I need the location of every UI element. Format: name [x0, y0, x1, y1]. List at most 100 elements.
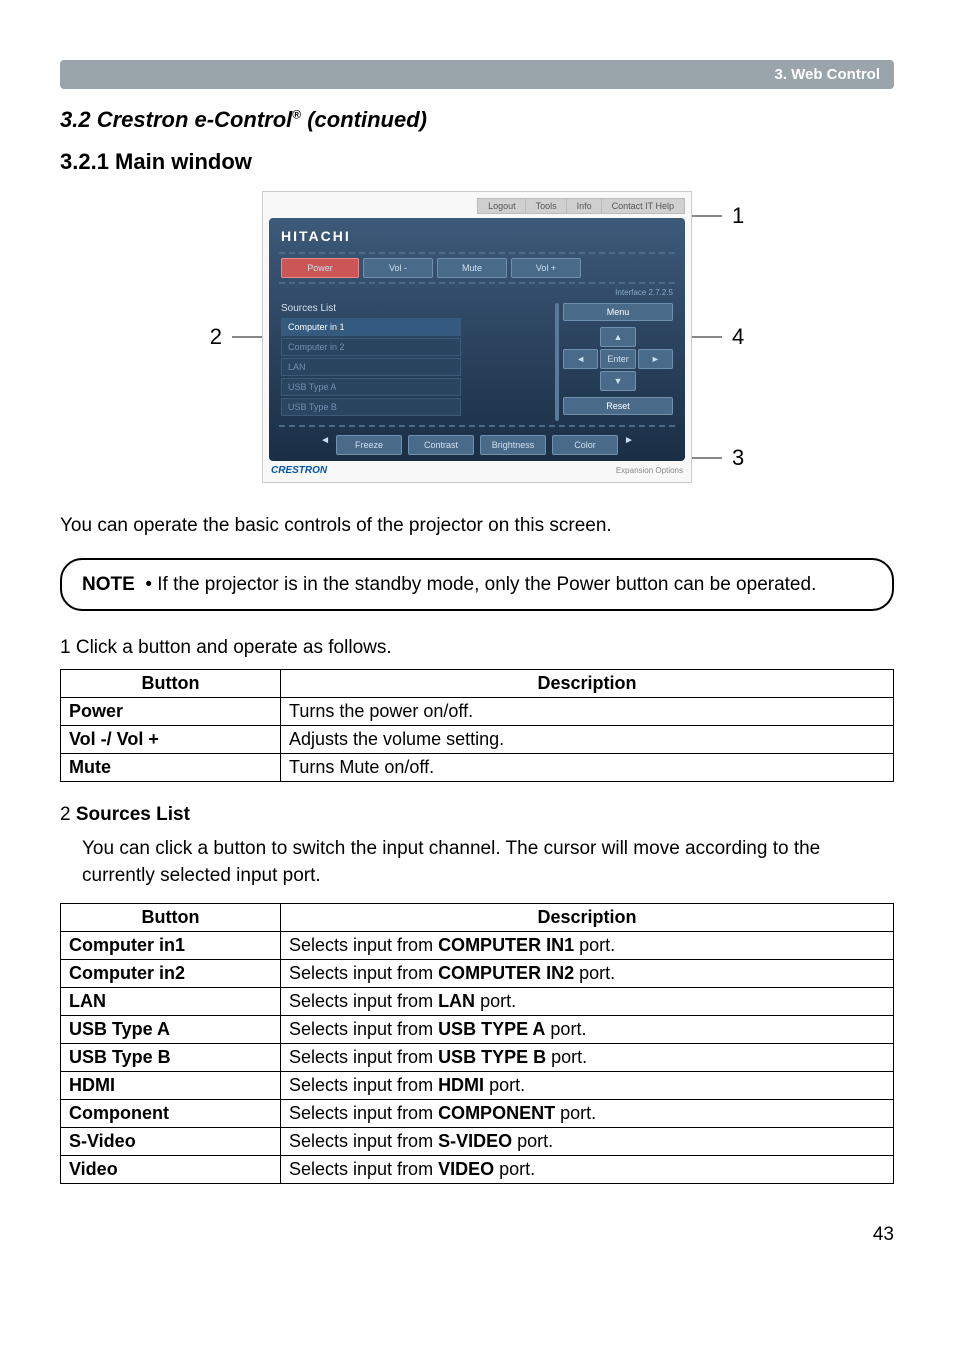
table-row: VideoSelects input from VIDEO port. — [61, 1156, 894, 1184]
figure-main-window: 2 LogoutToolsInfoContact IT Help HITACHI… — [60, 191, 894, 483]
t2-btn: Computer in1 — [61, 932, 281, 960]
intro-text: You can operate the basic controls of th… — [60, 513, 894, 540]
t2-btn: S-Video — [61, 1128, 281, 1156]
t1-r0-btn: Power — [61, 698, 281, 726]
t2-desc: Selects input from LAN port. — [281, 988, 894, 1016]
button-table-1: Button Description Power Turns the power… — [60, 669, 894, 782]
callout-line — [232, 336, 262, 338]
table-row: Mute Turns Mute on/off. — [61, 754, 894, 782]
t2-header-button: Button — [61, 904, 281, 932]
section-title-suffix: (continued) — [301, 107, 427, 132]
reset-button[interactable]: Reset — [563, 397, 673, 415]
t2-desc: Selects input from COMPUTER IN2 port. — [281, 960, 894, 988]
source-usb-a[interactable]: USB Type A — [281, 378, 461, 396]
scroll-left-icon[interactable]: ◄ — [320, 435, 330, 455]
sources-list-title: Sources List — [281, 303, 461, 314]
dpad-left-button[interactable]: ◄ — [563, 349, 598, 369]
t1-r0-desc: Turns the power on/off. — [281, 698, 894, 726]
hitachi-logo: HITACHI — [281, 228, 673, 244]
button-table-2: Button Description Computer in1Selects i… — [60, 903, 894, 1184]
t1-r1-btn: Vol -/ Vol + — [61, 726, 281, 754]
t2-desc: Selects input from VIDEO port. — [281, 1156, 894, 1184]
contrast-button[interactable]: Contrast — [408, 435, 474, 455]
t2-desc: Selects input from COMPUTER IN1 port. — [281, 932, 894, 960]
scroll-right-icon[interactable]: ► — [624, 435, 634, 455]
bottom-button-row: ◄ Freeze Contrast Brightness Color ► — [281, 435, 673, 455]
vol-down-button[interactable]: Vol - — [363, 258, 433, 278]
crestron-screenshot: LogoutToolsInfoContact IT Help HITACHI P… — [262, 191, 692, 483]
t2-btn: Component — [61, 1100, 281, 1128]
callout-2: 2 — [200, 324, 232, 350]
note-text: • If the projector is in the standby mod… — [145, 574, 816, 595]
dpad-right-button[interactable]: ► — [638, 349, 673, 369]
note-label: NOTE — [82, 574, 135, 595]
scrollbar[interactable] — [555, 303, 559, 421]
tab-tools[interactable]: Tools — [525, 198, 568, 214]
step-1-text: 1 Click a button and operate as follows. — [60, 637, 894, 659]
step-2-text: You can click a button to switch the inp… — [82, 836, 894, 889]
table-row: USB Type BSelects input from USB TYPE B … — [61, 1044, 894, 1072]
callout-3: 3 — [722, 445, 754, 471]
tab-contact[interactable]: Contact IT Help — [601, 198, 685, 214]
t2-btn: USB Type A — [61, 1016, 281, 1044]
dpad-up-button[interactable]: ▲ — [600, 327, 635, 347]
t1-r2-desc: Turns Mute on/off. — [281, 754, 894, 782]
t2-btn: Computer in2 — [61, 960, 281, 988]
screenshot-footer: CRESTRON Expansion Options — [269, 461, 685, 476]
table-row: Computer in1Selects input from COMPUTER … — [61, 932, 894, 960]
t2-desc: Selects input from USB TYPE A port. — [281, 1016, 894, 1044]
step-2-num: 2 — [60, 804, 76, 825]
source-usb-b[interactable]: USB Type B — [281, 398, 461, 416]
dpad: ▲ ◄ Enter ► ▼ — [563, 327, 673, 391]
table-row: ComponentSelects input from COMPONENT po… — [61, 1100, 894, 1128]
t2-header-desc: Description — [281, 904, 894, 932]
registered-mark: ® — [292, 108, 301, 122]
source-lan[interactable]: LAN — [281, 358, 461, 376]
tab-info[interactable]: Info — [566, 198, 603, 214]
freeze-button[interactable]: Freeze — [336, 435, 402, 455]
section-title: 3.2 Crestron e-Control® (continued) — [60, 107, 894, 133]
section-title-text: 3.2 Crestron e-Control — [60, 107, 292, 132]
dpad-down-button[interactable]: ▼ — [600, 371, 635, 391]
chapter-header: 3. Web Control — [60, 60, 894, 89]
nav-panel: Menu ▲ ◄ Enter ► ▼ Reset — [563, 303, 673, 421]
table-row: HDMISelects input from HDMI port. — [61, 1072, 894, 1100]
t2-btn: LAN — [61, 988, 281, 1016]
t2-desc: Selects input from USB TYPE B port. — [281, 1044, 894, 1072]
brightness-button[interactable]: Brightness — [480, 435, 546, 455]
enter-button[interactable]: Enter — [600, 349, 635, 369]
screenshot-tabs: LogoutToolsInfoContact IT Help — [269, 198, 685, 214]
t2-btn: Video — [61, 1156, 281, 1184]
crestron-logo: CRESTRON — [271, 465, 327, 476]
step-2-heading: 2 Sources List — [60, 804, 894, 826]
t1-header-button: Button — [61, 670, 281, 698]
table-row: LANSelects input from LAN port. — [61, 988, 894, 1016]
page-number: 43 — [60, 1224, 894, 1246]
t1-r2-btn: Mute — [61, 754, 281, 782]
t2-desc: Selects input from HDMI port. — [281, 1072, 894, 1100]
table-row: Computer in2Selects input from COMPUTER … — [61, 960, 894, 988]
power-button[interactable]: Power — [281, 258, 359, 278]
table-row: Power Turns the power on/off. — [61, 698, 894, 726]
t2-desc: Selects input from COMPONENT port. — [281, 1100, 894, 1128]
sources-list-panel: Sources List Computer in 1 Computer in 2… — [281, 303, 461, 421]
table-row: S-VideoSelects input from S-VIDEO port. — [61, 1128, 894, 1156]
callout-1: 1 — [722, 203, 754, 229]
interface-version: Interface 2.7.2.5 — [281, 288, 673, 297]
color-button[interactable]: Color — [552, 435, 618, 455]
source-computer2[interactable]: Computer in 2 — [281, 338, 461, 356]
top-button-row: Power Vol - Mute Vol + — [281, 258, 673, 278]
menu-button[interactable]: Menu — [563, 303, 673, 321]
mute-button[interactable]: Mute — [437, 258, 507, 278]
scroll-area — [471, 303, 553, 421]
t2-btn: HDMI — [61, 1072, 281, 1100]
vol-up-button[interactable]: Vol + — [511, 258, 581, 278]
table-row: USB Type ASelects input from USB TYPE A … — [61, 1016, 894, 1044]
tab-logout[interactable]: Logout — [477, 198, 527, 214]
expansion-options[interactable]: Expansion Options — [616, 466, 683, 475]
t1-r1-desc: Adjusts the volume setting. — [281, 726, 894, 754]
source-computer1[interactable]: Computer in 1 — [281, 318, 461, 336]
t2-desc: Selects input from S-VIDEO port. — [281, 1128, 894, 1156]
table-row: Vol -/ Vol + Adjusts the volume setting. — [61, 726, 894, 754]
t2-btn: USB Type B — [61, 1044, 281, 1072]
